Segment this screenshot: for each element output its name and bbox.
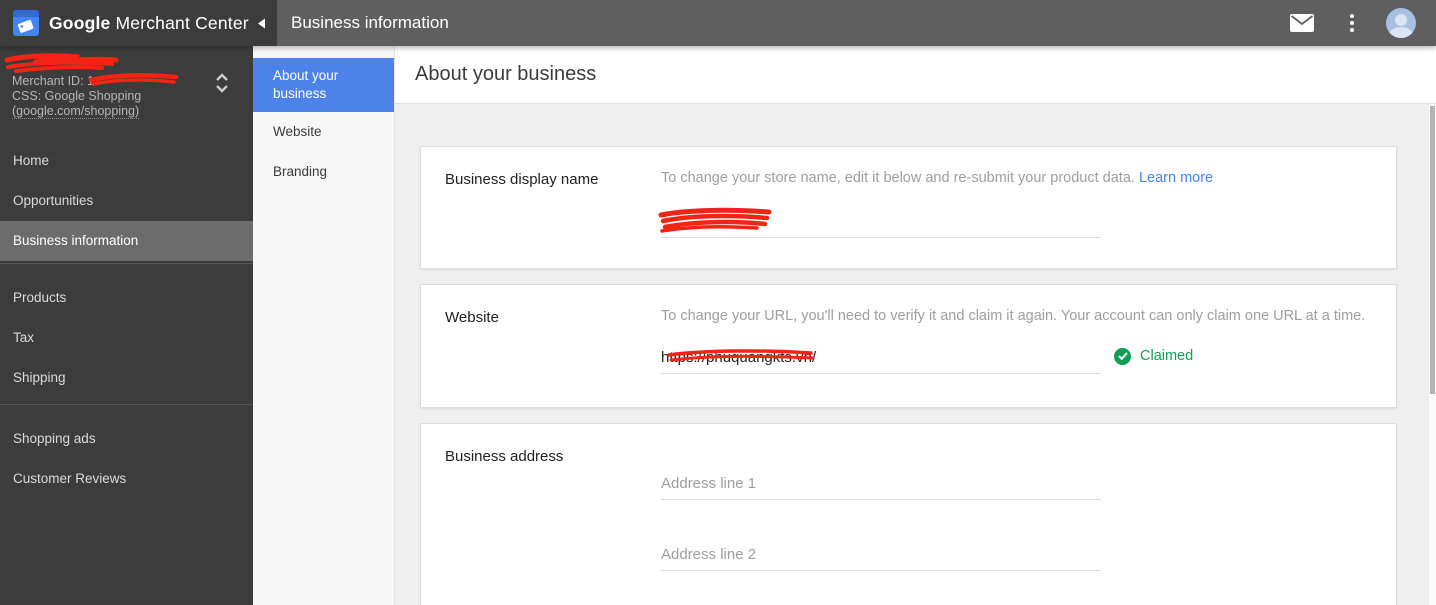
claim-status-label: Claimed	[1140, 348, 1194, 364]
sidebar-nav: Home Opportunities Business information …	[0, 141, 253, 499]
merchant-id: Merchant ID: 1	[12, 74, 94, 88]
card-business-address: Business address	[420, 423, 1397, 605]
card-label: Business address	[445, 448, 564, 465]
card-description: To change your URL, you'll need to verif…	[661, 308, 1366, 324]
scrollbar-thumb[interactable]	[1430, 106, 1435, 394]
primary-sidebar: Merchant ID: 1 CSS: Google Shopping (goo…	[0, 46, 253, 605]
main-content: About your business Business display nam…	[395, 46, 1436, 605]
scrollbar-track[interactable]	[1429, 104, 1436, 605]
merchant-center-home-link[interactable]: Google Merchant Center	[13, 10, 249, 36]
check-circle-icon	[1114, 347, 1131, 365]
mail-icon[interactable]	[1290, 14, 1314, 32]
sidebar-divider	[0, 263, 253, 264]
sidebar-item-home[interactable]: Home	[0, 141, 253, 181]
address-line-2-input[interactable]	[661, 539, 1101, 571]
claim-status-badge: Claimed	[1114, 347, 1194, 365]
avatar-shoulders	[1389, 27, 1413, 38]
sidebar-divider	[0, 404, 253, 405]
display-name-input[interactable]	[661, 206, 1101, 238]
sidebar-item-tax[interactable]: Tax	[0, 318, 253, 358]
main-header: About your business	[395, 46, 1436, 104]
unfold-more-icon[interactable]	[215, 72, 229, 94]
topbar-actions	[1290, 8, 1416, 38]
logo-google: Google	[49, 12, 111, 33]
description-text: To change your store name, edit it below…	[661, 170, 1135, 186]
section-title: About your business	[415, 63, 597, 85]
collapse-left-icon[interactable]	[254, 16, 268, 30]
website-url-input[interactable]	[661, 342, 1101, 374]
card-description: To change your store name, edit it below…	[661, 169, 1372, 188]
logo-text: Google Merchant Center	[49, 13, 249, 34]
topbar-logo-area: Google Merchant Center	[0, 0, 277, 46]
card-business-display-name: Business display name To change your sto…	[420, 146, 1397, 269]
top-app-bar: Google Merchant Center Business informati…	[0, 0, 1436, 46]
css-program-line: CSS: Google Shopping	[12, 89, 142, 103]
sidebar-item-opportunities[interactable]: Opportunities	[0, 181, 253, 221]
page-title: Business information	[291, 13, 449, 32]
card-website: Website To change your URL, you'll need …	[420, 284, 1397, 408]
subnav-item-about-your-business[interactable]: About your business	[253, 58, 394, 112]
kebab-menu-icon[interactable]	[1344, 14, 1360, 32]
account-switcher[interactable]: Merchant ID: 1 CSS: Google Shopping (goo…	[0, 46, 253, 140]
avatar-head	[1395, 14, 1407, 26]
css-program-link[interactable]: (google.com/shopping)	[12, 105, 140, 119]
sidebar-item-products[interactable]: Products	[0, 278, 253, 318]
sidebar-item-shopping-ads[interactable]: Shopping ads	[0, 419, 253, 459]
card-label: Website	[445, 309, 499, 326]
subnav-item-branding[interactable]: Branding	[253, 152, 394, 192]
sidebar-item-business-information[interactable]: Business information	[0, 221, 253, 261]
merchant-center-logo-icon	[13, 10, 39, 36]
learn-more-link[interactable]: Learn more	[1139, 170, 1213, 186]
content-area: Business display name To change your sto…	[395, 104, 1436, 605]
sidebar-item-customer-reviews[interactable]: Customer Reviews	[0, 459, 253, 499]
subnav-item-website[interactable]: Website	[253, 112, 394, 152]
address-line-1-input[interactable]	[661, 468, 1101, 500]
sidebar-item-shipping[interactable]: Shipping	[0, 358, 253, 398]
logo-product: Merchant Center	[115, 12, 249, 33]
avatar[interactable]	[1386, 8, 1416, 38]
secondary-sidebar: About your business Website Branding	[253, 46, 395, 605]
card-label: Business display name	[445, 171, 599, 188]
account-name-redacted	[12, 59, 241, 74]
